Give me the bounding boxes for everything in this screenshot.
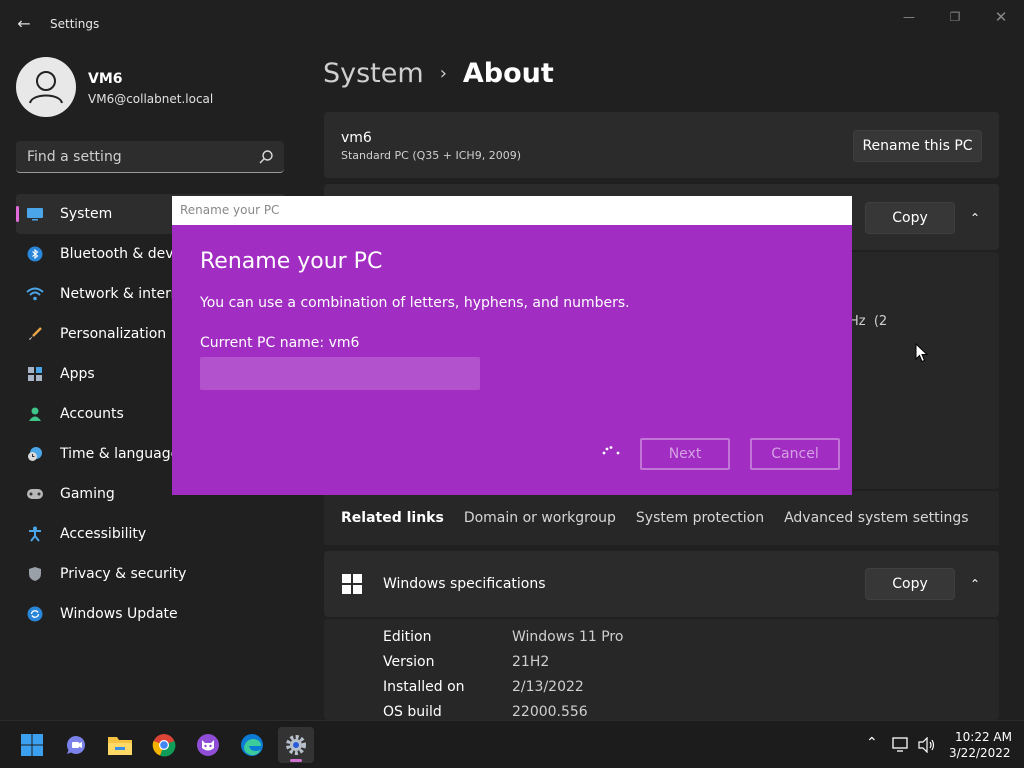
new-pc-name-input[interactable] [200,357,480,390]
windows-specs-title: Windows specifications [383,576,546,592]
dialog-description: You can use a combination of letters, hy… [200,295,630,311]
wifi-icon [26,285,44,303]
user-email: VM6@collabnet.local [88,92,214,106]
sidebar-item-label: Time & language [60,446,180,462]
settings-icon[interactable] [278,727,314,763]
pc-name: vm6 [341,130,372,146]
rename-pc-button[interactable]: Rename this PC [853,130,982,162]
sidebar-item-label: Privacy & security [60,566,187,582]
network-icon[interactable] [892,737,910,753]
breadcrumb: System › About [323,58,554,89]
loading-spinner-icon [602,446,620,455]
dialog-heading: Rename your PC [200,249,383,274]
copy-device-specs-button[interactable]: Copy [865,202,955,234]
mouse-cursor-icon [915,343,929,363]
spec-label: Version [383,654,435,670]
sidebar-item-privacy-security[interactable]: Privacy & security [16,554,286,594]
search-input[interactable] [16,141,252,172]
related-links-bar: Related links Domain or workgroup System… [324,491,999,545]
spec-label: Installed on [383,679,465,695]
clock-time[interactable]: 10:22 AM [955,730,1012,744]
volume-icon[interactable] [918,737,936,753]
clock-date[interactable]: 3/22/2022 [949,746,1011,760]
next-button[interactable]: Next [640,438,730,470]
sidebar-item-label: Accounts [60,406,124,422]
system-protection-link[interactable]: System protection [636,510,764,526]
apps-icon [26,365,44,383]
sidebar-item-accessibility[interactable]: Accessibility [16,514,286,554]
user-name: VM6 [88,71,123,87]
related-links-title: Related links [341,510,444,526]
chevron-up-icon[interactable]: ⌃ [967,576,983,592]
file-explorer-icon[interactable] [102,727,138,763]
minimize-icon[interactable]: — [897,8,921,26]
spec-value: 22000.556 [512,704,588,720]
title-bar: ← Settings — ❐ ✕ [0,0,1024,48]
dialog-title-bar[interactable]: Rename your PC [172,196,852,225]
app-icon[interactable] [190,727,226,763]
windows-specs-card: Windows specifications Copy ⌃ [324,551,999,617]
update-icon [26,605,44,623]
person-icon [26,405,44,423]
gamepad-icon [26,485,44,503]
rename-pc-dialog: Rename your PC You can use a combination… [172,225,852,495]
spec-value: 2/13/2022 [512,679,584,695]
maximize-icon[interactable]: ❐ [943,8,967,26]
person-icon [29,71,63,104]
spec-label: Edition [383,629,432,645]
chevron-right-icon: › [439,63,447,84]
search-box[interactable] [16,141,284,173]
teams-chat-icon[interactable] [58,727,94,763]
windows-logo-icon [342,574,362,594]
sidebar-item-label: System [60,206,113,222]
breadcrumb-parent[interactable]: System [323,58,424,89]
cancel-button[interactable]: Cancel [750,438,840,470]
window-title: Settings [50,17,100,31]
page-title: About [462,58,554,89]
sidebar-item-label: Gaming [60,486,115,502]
close-icon[interactable]: ✕ [989,8,1013,26]
dialog-window-title: Rename your PC [180,203,280,217]
device-spec-value: Hz (2 [849,314,888,329]
show-hidden-icons-chevron-icon[interactable]: ⌃ [866,735,878,751]
monitor-icon [26,205,44,223]
advanced-system-settings-link[interactable]: Advanced system settings [784,510,969,526]
sidebar-item-label: Apps [60,366,95,382]
sidebar-item-windows-update[interactable]: Windows Update [16,594,286,634]
copy-windows-specs-button[interactable]: Copy [865,568,955,600]
clock-globe-icon [26,445,44,463]
spec-value: Windows 11 Pro [512,629,624,645]
pc-name-card: vm6 Standard PC (Q35 + ICH9, 2009) Renam… [324,112,999,178]
windows-specs-details: Edition Windows 11 Pro Version 21H2 Inst… [324,619,999,720]
shield-icon [26,565,44,583]
sidebar-item-label: Personalization [60,326,167,342]
current-pc-name: Current PC name: vm6 [200,335,360,351]
search-icon[interactable] [258,149,274,165]
start-icon[interactable] [14,727,50,763]
spec-label: OS build [383,704,442,720]
bluetooth-icon [26,245,44,263]
accessibility-icon [26,525,44,543]
taskbar: ⌃ 10:22 AM 3/22/2022 [0,720,1024,768]
brush-icon [26,325,44,343]
sidebar-item-label: Accessibility [60,526,147,542]
chrome-icon[interactable] [146,727,182,763]
edge-icon[interactable] [234,727,270,763]
sidebar-item-label: Windows Update [60,606,178,622]
domain-workgroup-link[interactable]: Domain or workgroup [464,510,616,526]
pc-model: Standard PC (Q35 + ICH9, 2009) [341,149,521,162]
chevron-up-icon[interactable]: ⌃ [967,210,983,226]
spec-value: 21H2 [512,654,550,670]
avatar[interactable] [16,57,76,117]
back-arrow-icon[interactable]: ← [14,14,34,34]
